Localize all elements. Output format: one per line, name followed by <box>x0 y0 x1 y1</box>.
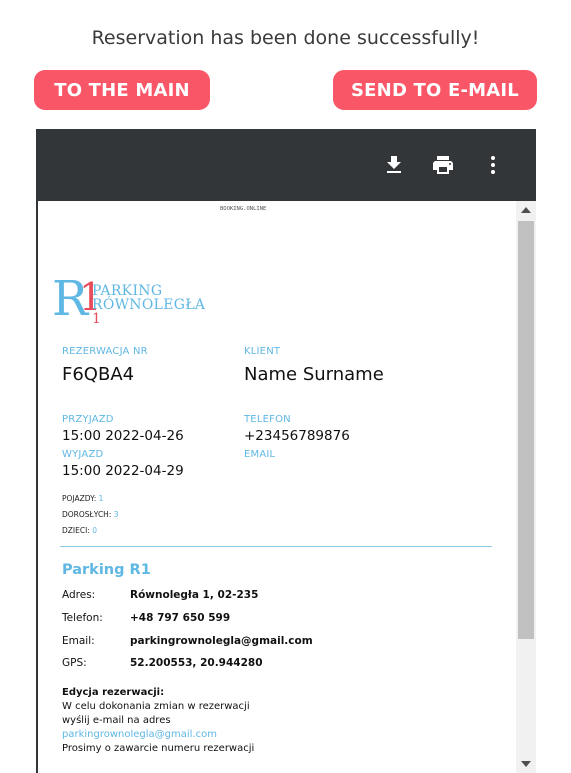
reservation-label: REZERWACJA NR <box>62 346 148 357</box>
vehicles-count: POJAZDY: 1 <box>62 494 104 503</box>
departure-label: WYJAZD <box>62 449 104 460</box>
send-email-button[interactable]: SEND TO E-MAIL <box>333 70 537 110</box>
logo-number: 1 <box>92 311 102 327</box>
detail-key-email: Email: <box>62 635 95 647</box>
download-icon[interactable] <box>382 153 406 177</box>
children-count: DZIECI: 0 <box>62 526 98 535</box>
pdf-toolbar <box>36 129 536 201</box>
parking-title: Parking R1 <box>62 562 151 578</box>
arrival-value: 15:00 2022-04-26 <box>62 428 184 444</box>
print-icon[interactable] <box>431 153 455 177</box>
scroll-down-arrow[interactable] <box>521 761 531 767</box>
detail-value-gps: 52.200553, 20.944280 <box>130 657 263 669</box>
edit-line3: Prosimy o zawarcie numeru rezerwacji <box>62 743 255 754</box>
scroll-up-arrow[interactable] <box>521 207 531 213</box>
detail-key-gps: GPS: <box>62 657 87 669</box>
logo-line2: RÓWNOLEGŁA <box>92 297 206 313</box>
edit-line1: W celu dokonania zmian w rezerwacji <box>62 701 250 712</box>
client-label: KLIENT <box>244 346 281 357</box>
section-divider <box>60 546 492 547</box>
success-message: Reservation has been done successfully! <box>91 27 480 49</box>
scroll-thumb[interactable] <box>518 221 534 639</box>
phone-value: +23456789876 <box>244 428 350 444</box>
edit-reservation-note: Edycja rezerwacji: W celu dokonania zmia… <box>62 686 362 756</box>
detail-key-address: Adres: <box>62 589 96 601</box>
edit-email-link[interactable]: parkingrownolegla@gmail.com <box>62 728 362 742</box>
edit-line2: wyślij e-mail na adres <box>62 715 171 726</box>
logo-line1: PARKING <box>92 283 163 299</box>
scrollbar[interactable] <box>516 201 536 773</box>
arrival-label: PRZYJAZD <box>62 414 114 425</box>
pdf-page: BOOKING.ONLINE R 1 PARKING RÓWNOLEGŁA 1 … <box>38 201 516 773</box>
pdf-viewer: BOOKING.ONLINE R 1 PARKING RÓWNOLEGŁA 1 … <box>36 129 536 773</box>
page-header-small: BOOKING.ONLINE <box>220 206 267 212</box>
parking-logo: R 1 PARKING RÓWNOLEGŁA 1 <box>52 270 212 327</box>
more-vert-icon[interactable] <box>481 153 505 177</box>
adults-count: DOROSŁYCH: 3 <box>62 510 119 519</box>
client-name: Name Surname <box>244 364 384 385</box>
detail-value-email: parkingrownolegla@gmail.com <box>130 635 313 647</box>
detail-value-phone: +48 797 650 599 <box>130 612 231 624</box>
detail-value-address: Równoległa 1, 02-235 <box>130 589 259 601</box>
email-label: EMAIL <box>244 449 276 460</box>
detail-key-phone: Telefon: <box>62 612 103 624</box>
phone-label: TELEFON <box>244 414 291 425</box>
edit-title: Edycja rezerwacji: <box>62 687 165 698</box>
reservation-number: F6QBA4 <box>62 364 135 385</box>
departure-value: 15:00 2022-04-29 <box>62 463 184 479</box>
to-main-button[interactable]: TO THE MAIN <box>34 70 210 110</box>
